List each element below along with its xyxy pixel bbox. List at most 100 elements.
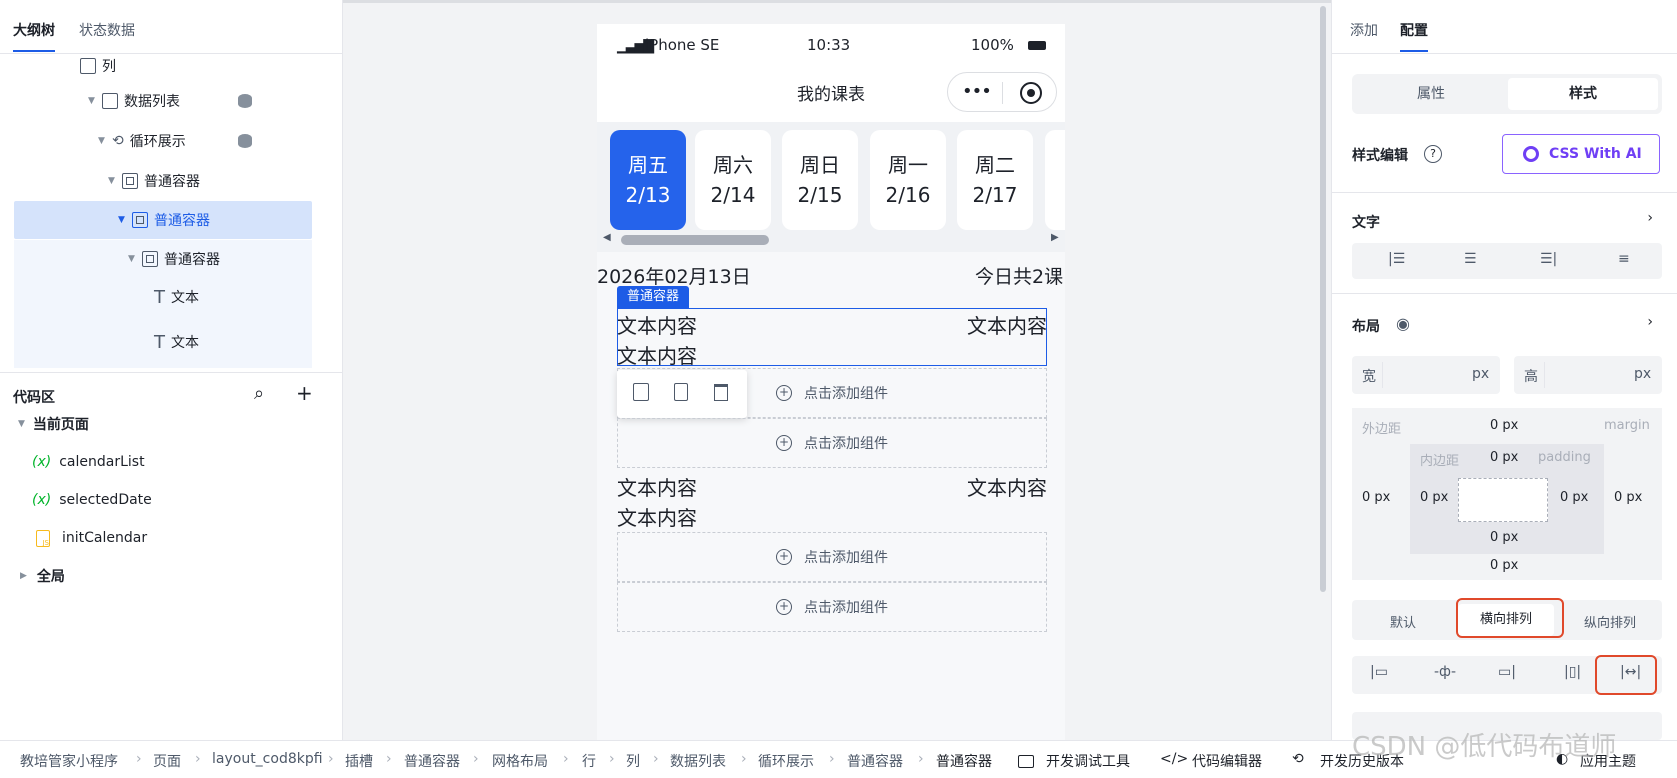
seg-style[interactable]: 样式 [1508,78,1658,110]
mini-program-capsule: ••• [947,72,1057,112]
database-icon [238,94,252,108]
crumb[interactable]: 循环展示 [758,751,814,771]
padding-left-value[interactable]: 0 px [1420,490,1448,505]
save-icon[interactable] [633,383,649,401]
delete-icon[interactable] [714,384,728,401]
var-item-calendarlist[interactable]: (x) calendarList [32,444,145,480]
copy-icon[interactable] [674,383,688,401]
day-card-partial[interactable] [1045,130,1065,230]
seg-properties[interactable]: 属性 [1356,78,1506,110]
text-content: 文本内容 [617,476,697,500]
tree-item-container-selected[interactable]: ▼ 普通容器 [14,201,312,239]
align-justify-icon[interactable]: ≡ [1618,251,1630,267]
dir-default[interactable]: 默认 [1390,612,1416,631]
more-icon[interactable]: ••• [962,81,992,102]
crumb[interactable]: 页面 [153,751,181,771]
scroll-left-icon[interactable]: ◀ [603,232,611,243]
tab-outline[interactable]: 大纲树 [13,20,55,52]
day-card[interactable]: 周五 2/13 [610,130,686,230]
crumb[interactable]: 插槽 [345,751,373,771]
padding-box: 内边距 0 px padding 0 px 0 px 0 px [1410,444,1604,554]
style-edit-label: 样式编辑 [1352,148,1408,164]
tab-state-data[interactable]: 状态数据 [79,20,135,40]
ai-logo-icon [1523,146,1539,162]
debug-tool-icon[interactable] [1018,755,1034,768]
add-component-slot[interactable]: + 点击添加组件 [617,418,1047,468]
css-with-ai-button[interactable]: CSS With AI [1502,134,1660,174]
justify-end-icon[interactable]: ▭| [1498,664,1516,680]
eye-icon[interactable]: ◉ [1396,314,1410,333]
crumb[interactable]: 网格布局 [492,751,548,771]
tab-add[interactable]: 添加 [1350,20,1378,40]
divider [1332,293,1677,294]
debug-tools-button[interactable]: 开发调试工具 [1046,751,1130,771]
day-card[interactable]: 周日 2/15 [782,130,858,230]
js-item-initcalendar[interactable]: JS initCalendar [36,520,147,556]
tree-item-loop[interactable]: ▼ ⟲ 循环展示 [98,122,328,160]
padding-right-value[interactable]: 0 px [1560,490,1588,505]
crumb[interactable]: 教培管家小程序 [20,751,118,771]
align-right-icon[interactable]: ☰| [1540,251,1557,267]
add-component-slot[interactable]: + 点击添加组件 [617,532,1047,582]
add-component-slot[interactable]: + 点击添加组件 [617,582,1047,632]
tab-config[interactable]: 配置 [1400,20,1428,52]
var-item-selecteddate[interactable]: (x) selectedDate [32,482,152,518]
search-icon[interactable]: ⌕ [254,383,264,404]
margin-label: 外边距 [1362,422,1402,437]
crumb-separator: › [195,751,201,767]
selected-date-text: 2026年02月13日 [597,266,751,288]
history-icon[interactable]: ⟲ [1292,751,1304,767]
close-miniprogram-icon[interactable] [1020,82,1042,104]
horizontal-scrollbar[interactable] [621,235,769,245]
crumb[interactable]: 数据列表 [670,751,726,771]
height-field[interactable]: 高 px [1514,356,1662,394]
tree-item-container[interactable]: ▼ 普通容器 [108,162,338,200]
margin-en-label: margin [1604,418,1650,433]
tree-item-column[interactable]: 列 [80,47,310,85]
dir-vertical[interactable]: 纵向排列 [1584,612,1636,631]
margin-bottom-value[interactable]: 0 px [1490,558,1518,573]
chevron-right-icon[interactable]: › [1647,314,1653,330]
caret-down-icon: ▼ [88,96,95,106]
left-panel: 大纲树 状态数据 列 ▼ 数据列表 ▼ ⟲ 循环展示 ▼ 普通容器 ▼ 普通容器… [0,0,343,740]
justify-around-icon[interactable]: |▯| [1564,664,1581,680]
global-group[interactable]: ▶ 全局 [20,558,65,594]
chevron-right-icon[interactable]: › [1647,210,1653,226]
day-card[interactable]: 周六 2/14 [695,130,771,230]
day-card[interactable]: 周二 2/17 [957,130,1033,230]
scroll-right-icon[interactable]: ▶ [1051,232,1059,243]
day-card[interactable]: 周一 2/16 [870,130,946,230]
tree-item-container-child[interactable]: ▼ 普通容器 [14,240,312,278]
add-icon[interactable]: + [296,381,313,405]
text-content: 文本内容 [617,506,697,530]
padding-bottom-value[interactable]: 0 px [1490,530,1518,545]
margin-top-value[interactable]: 0 px [1490,418,1518,433]
margin-left-value[interactable]: 0 px [1362,490,1390,505]
padding-top-value[interactable]: 0 px [1490,450,1518,465]
code-editor-button[interactable]: 代码编辑器 [1192,751,1262,771]
tree-item-text[interactable]: T 文本 [14,278,312,316]
justify-center-icon[interactable]: -ф- [1434,664,1456,680]
crumb[interactable]: 普通容器 [847,751,903,771]
align-center-icon[interactable]: ☰ [1464,251,1477,267]
tree-item-text[interactable]: T 文本 [14,316,312,368]
canvas-scrollbar[interactable] [1320,6,1326,592]
crumb[interactable]: 列 [626,751,640,771]
caret-down-icon: ▼ [98,136,105,146]
align-left-icon[interactable]: |☰ [1388,251,1405,267]
margin-right-value[interactable]: 0 px [1614,490,1642,505]
tree-item-data-list[interactable]: ▼ 数据列表 [88,82,318,120]
crumb[interactable]: 普通容器 [404,751,460,771]
current-page-group[interactable]: ▼ 当前页面 [18,406,89,442]
crumb-separator: › [653,751,659,767]
width-field[interactable]: 宽 px [1352,356,1500,394]
help-icon[interactable]: ? [1424,145,1442,163]
code-icon[interactable]: </> [1160,751,1188,767]
crumb[interactable]: 行 [582,751,596,771]
list-icon [80,58,96,74]
justify-start-icon[interactable]: |▭ [1370,664,1388,680]
text-content: 文本内容 [617,314,697,338]
js-file-icon: JS [36,529,50,547]
crumb[interactable]: layout_cod8kpfi [212,751,323,767]
crumb-current[interactable]: 普通容器 [936,751,992,771]
